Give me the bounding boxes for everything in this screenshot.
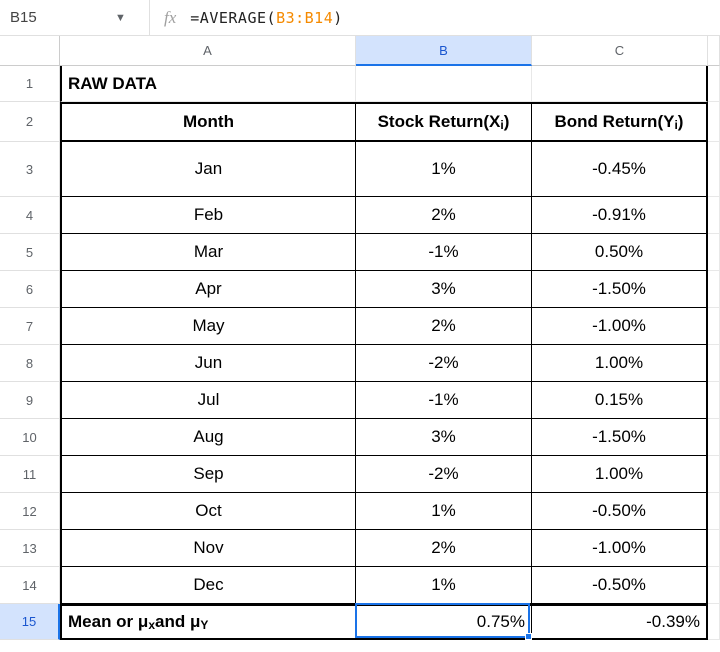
row-header-3[interactable]: 3 <box>0 142 60 197</box>
cell-month-dec[interactable]: Dec <box>60 567 356 604</box>
cell-month-nov[interactable]: Nov <box>60 530 356 567</box>
formula-input[interactable]: =AVERAGE(B3:B14) <box>190 9 343 27</box>
cell-stock-5[interactable]: -1% <box>356 234 532 271</box>
cell-c1[interactable] <box>532 66 708 102</box>
row-header-9[interactable]: 9 <box>0 382 60 419</box>
column-header-stub <box>708 36 720 66</box>
cell-b15[interactable]: 0.75% <box>356 604 532 640</box>
fx-icon[interactable]: fx <box>150 8 190 28</box>
row-header-1[interactable]: 1 <box>0 66 60 102</box>
spreadsheet-grid[interactable]: ABC 1RAW DATA2MonthStock Return(Xi )Bond … <box>0 36 720 640</box>
cell-bond-14[interactable]: -0.50% <box>532 567 708 604</box>
row-header-7[interactable]: 7 <box>0 308 60 345</box>
chevron-down-icon[interactable]: ▼ <box>115 12 126 24</box>
cell-bond-3[interactable]: -0.45% <box>532 142 708 197</box>
cell-bond-4[interactable]: -0.91% <box>532 197 708 234</box>
cell-stock-10[interactable]: 3% <box>356 419 532 456</box>
cell-reference: B15 <box>10 9 60 26</box>
row-header-14[interactable]: 14 <box>0 567 60 604</box>
cell-month-feb[interactable]: Feb <box>60 197 356 234</box>
cell-month-apr[interactable]: Apr <box>60 271 356 308</box>
cell-b1[interactable] <box>356 66 532 102</box>
formula-function: =AVERAGE <box>190 9 266 27</box>
row-header-13[interactable]: 13 <box>0 530 60 567</box>
cell-stock-7[interactable]: 2% <box>356 308 532 345</box>
cell-month-jul[interactable]: Jul <box>60 382 356 419</box>
cell-stock-12[interactable]: 1% <box>356 493 532 530</box>
formula-bar: B15 ▼ fx =AVERAGE(B3:B14) <box>0 0 720 36</box>
cell-stock-9[interactable]: -1% <box>356 382 532 419</box>
cell-month-mar[interactable]: Mar <box>60 234 356 271</box>
cell-stock-14[interactable]: 1% <box>356 567 532 604</box>
cell-stock-11[interactable]: -2% <box>356 456 532 493</box>
row-header-5[interactable]: 5 <box>0 234 60 271</box>
column-header-a[interactable]: A <box>60 36 356 66</box>
name-box[interactable]: B15 ▼ <box>0 0 150 35</box>
row-header-2[interactable]: 2 <box>0 102 60 142</box>
cell-stock-4[interactable]: 2% <box>356 197 532 234</box>
cell-bond-12[interactable]: -0.50% <box>532 493 708 530</box>
cell-bond-7[interactable]: -1.00% <box>532 308 708 345</box>
cell-month-sep[interactable]: Sep <box>60 456 356 493</box>
column-header-c[interactable]: C <box>532 36 708 66</box>
cell-month-oct[interactable]: Oct <box>60 493 356 530</box>
cell-bond-11[interactable]: 1.00% <box>532 456 708 493</box>
cell-bond-13[interactable]: -1.00% <box>532 530 708 567</box>
cell-bond-8[interactable]: 1.00% <box>532 345 708 382</box>
cell-month-may[interactable]: May <box>60 308 356 345</box>
cell-stock-3[interactable]: 1% <box>356 142 532 197</box>
cell-stock-8[interactable]: -2% <box>356 345 532 382</box>
cell-mean-label[interactable]: Mean or μx and μY <box>60 604 356 640</box>
row-header-15[interactable]: 15 <box>0 604 60 640</box>
header-stock-return[interactable]: Stock Return(Xi ) <box>356 102 532 142</box>
select-all-corner[interactable] <box>0 36 60 66</box>
header-month[interactable]: Month <box>60 102 356 142</box>
cell-bond-9[interactable]: 0.15% <box>532 382 708 419</box>
cell-month-jun[interactable]: Jun <box>60 345 356 382</box>
cell-bond-10[interactable]: -1.50% <box>532 419 708 456</box>
row-header-8[interactable]: 8 <box>0 345 60 382</box>
cell-stock-6[interactable]: 3% <box>356 271 532 308</box>
cell-month-jan[interactable]: Jan <box>60 142 356 197</box>
row-header-10[interactable]: 10 <box>0 419 60 456</box>
cell-c15[interactable]: -0.39% <box>532 604 708 640</box>
column-header-b[interactable]: B <box>356 36 532 66</box>
cell-month-aug[interactable]: Aug <box>60 419 356 456</box>
row-header-11[interactable]: 11 <box>0 456 60 493</box>
row-header-12[interactable]: 12 <box>0 493 60 530</box>
cell-stock-13[interactable]: 2% <box>356 530 532 567</box>
header-bond-return[interactable]: Bond Return(Yi) <box>532 102 708 142</box>
formula-range: B3:B14 <box>276 9 333 27</box>
cell-bond-6[interactable]: -1.50% <box>532 271 708 308</box>
cell-a1[interactable]: RAW DATA <box>60 66 356 102</box>
cell-bond-5[interactable]: 0.50% <box>532 234 708 271</box>
row-header-6[interactable]: 6 <box>0 271 60 308</box>
row-header-4[interactable]: 4 <box>0 197 60 234</box>
